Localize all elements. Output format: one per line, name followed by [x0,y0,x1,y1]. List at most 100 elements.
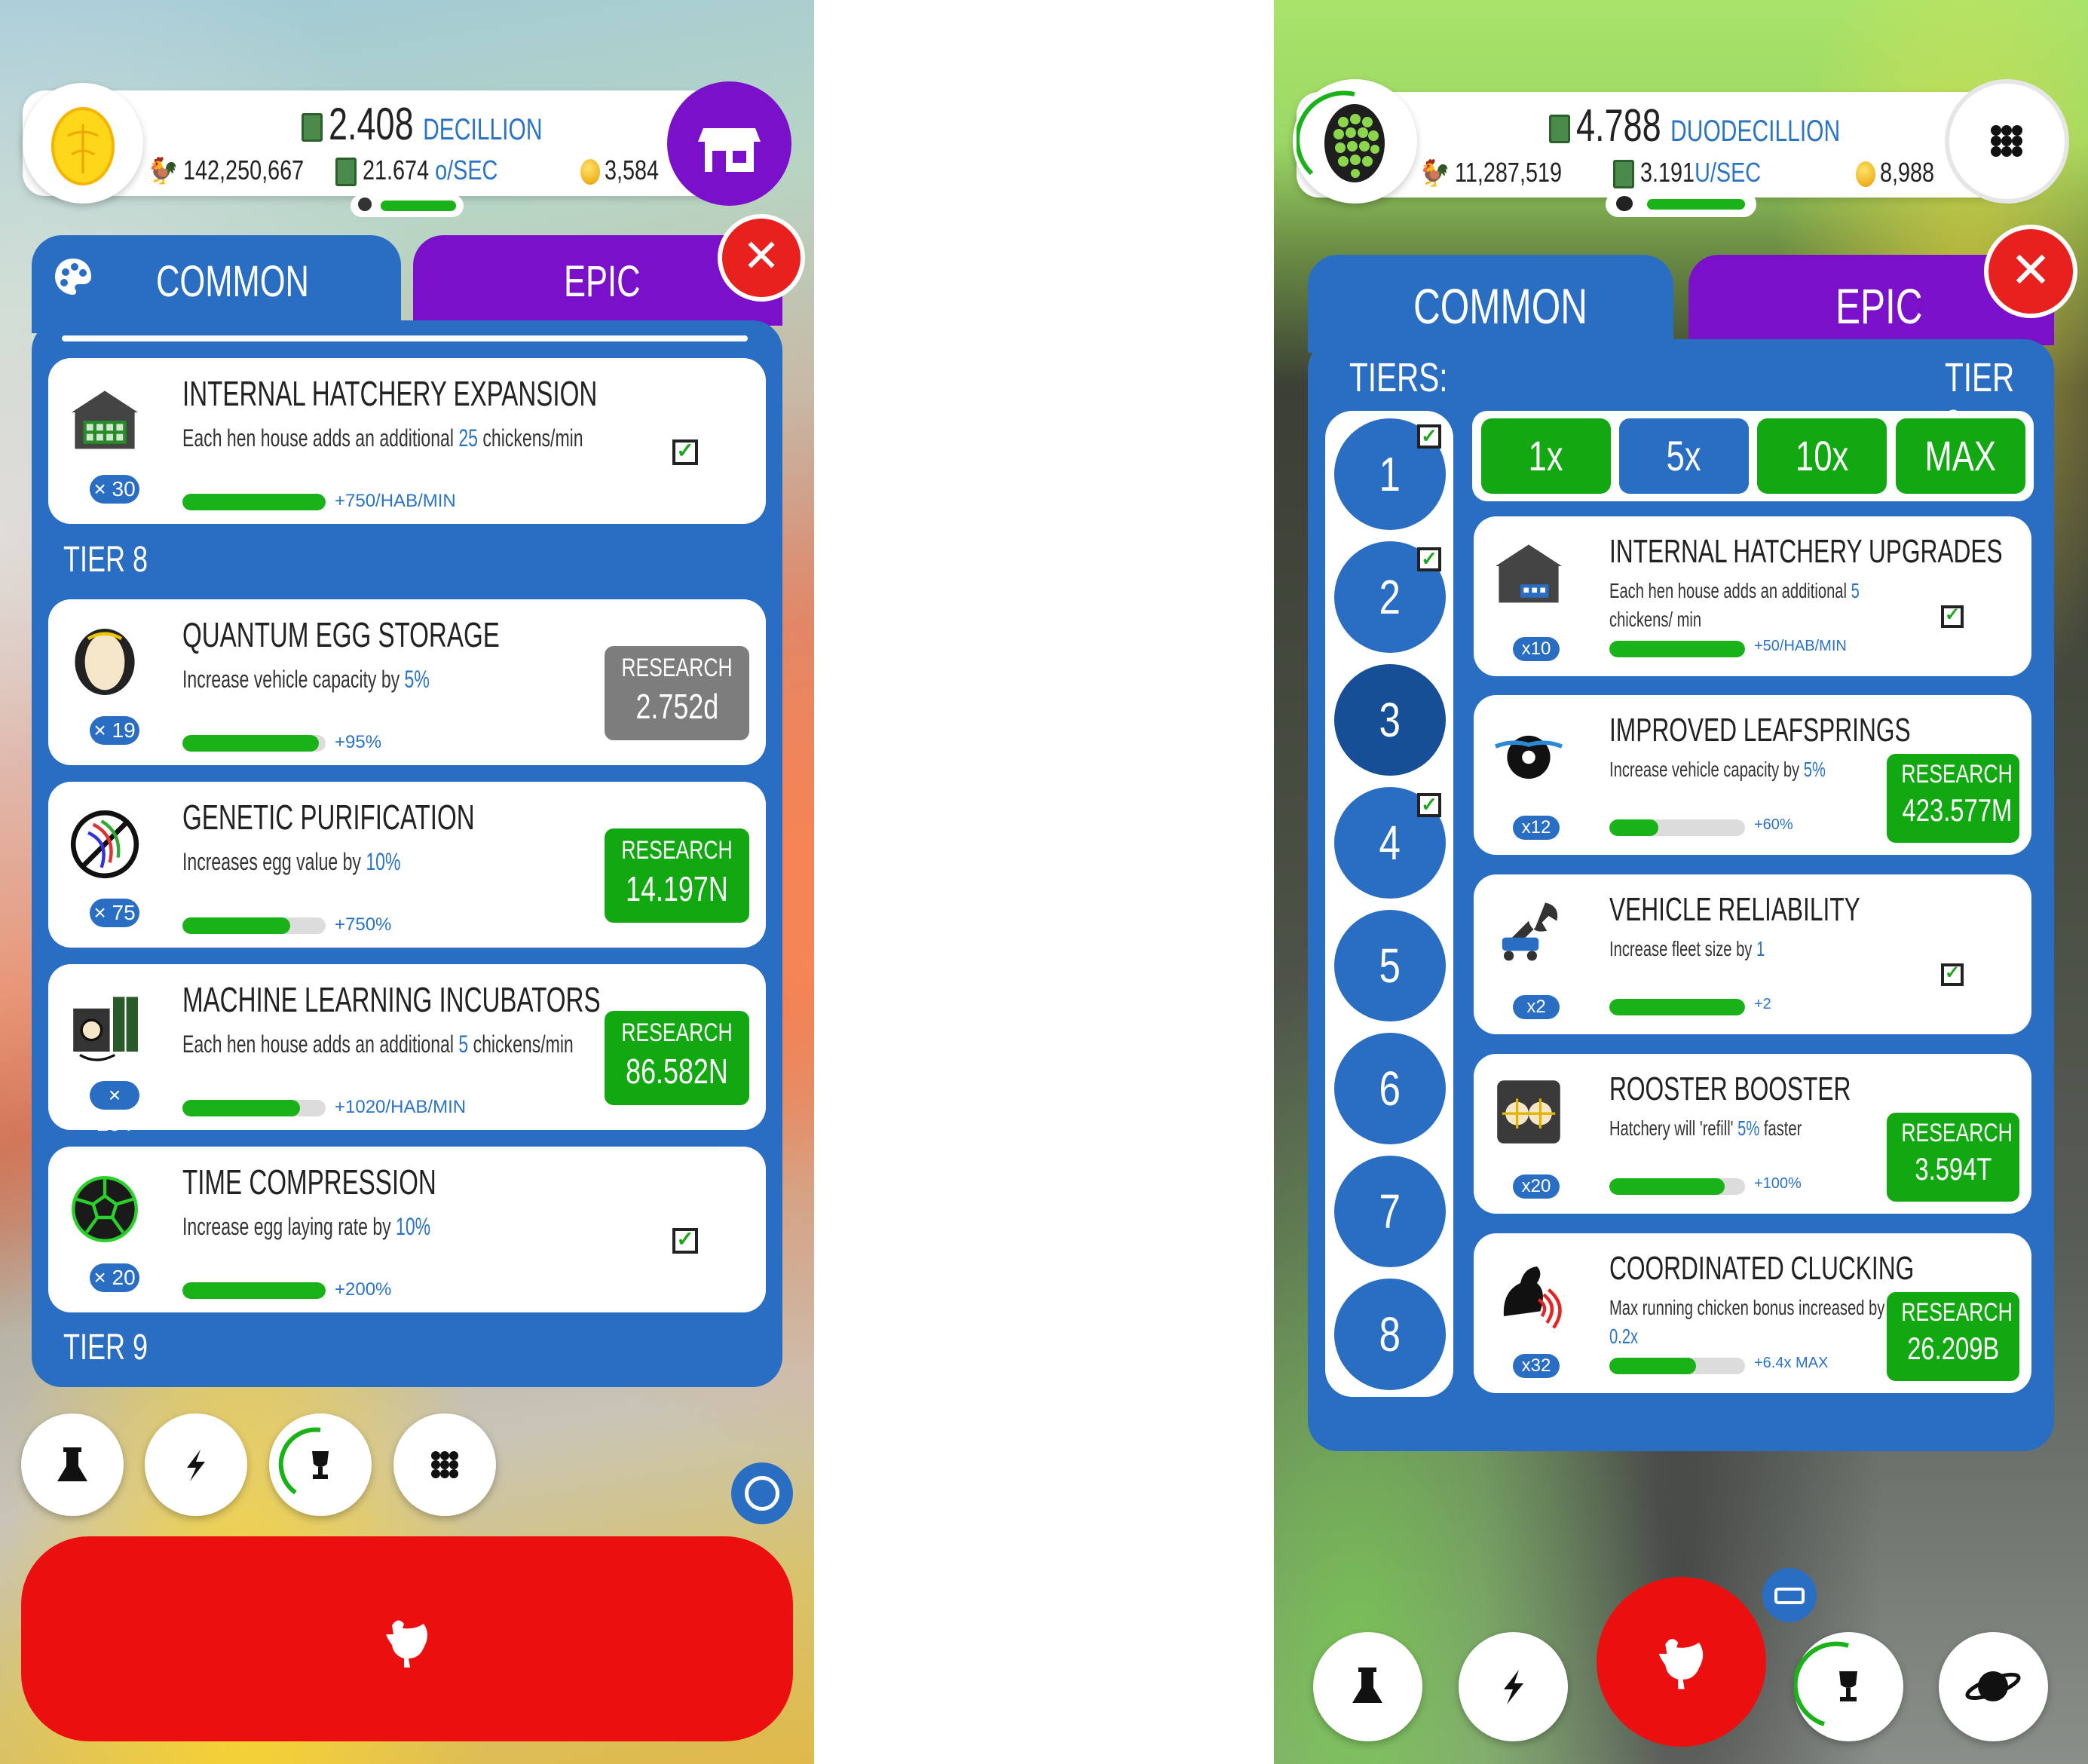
golden-egg-coin-icon [580,159,600,185]
left-hatch-chicken-button[interactable] [21,1536,793,1741]
left-nav-boost-button[interactable] [145,1413,247,1516]
money-unit: DECILLION [423,113,543,146]
tab-epic-label: EPIC [1835,278,1923,334]
right-hatch-chicken-button[interactable] [1597,1577,1766,1747]
multiplier-button-1x[interactable]: 1x [1481,418,1611,494]
tier-button-6[interactable]: 6 [1334,1033,1446,1144]
research-card: x10 INTERNAL HATCHERY UPGRADES Each hen ho… [1474,516,2031,676]
shop-button[interactable] [667,81,791,206]
research-progress-bar [182,735,326,752]
research-title: GENETIC PURIFICATION [182,798,475,837]
research-level-badge: × 30 [90,475,139,504]
chicken-icon: 🐓 [147,157,179,185]
right-egg-button[interactable] [1293,79,1417,204]
research-button-label: RESEARCH [1901,760,2013,789]
research-button-label: RESEARCH [621,1018,733,1047]
research-title: INTERNAL HATCHERY UPGRADES [1609,533,2003,570]
research-progress-bar [1609,1358,1745,1374]
chicken-icon: 🐓 [1419,159,1451,188]
hen-house-small-icon [1487,533,1570,616]
multiplier-button-max[interactable]: MAX [1896,418,2025,494]
right-earn-rate: 3.191U/SEC [1613,157,1791,189]
research-bonus: +6.4x MAX [1754,1355,1829,1371]
right-nav-research-button[interactable] [1313,1632,1422,1741]
research-button-label: RESEARCH [621,654,733,682]
tab-epic-label: EPIC [564,257,641,306]
research-card: × 75 GENETIC PURIFICATION Increases egg va… [48,782,766,948]
right-nav-ships-button[interactable] [1939,1632,2048,1741]
planet-icon [1965,1671,2021,1701]
research-title: IMPROVED LEAFSPRINGS [1609,712,1911,749]
research-title: COORDINATED CLUCKING [1609,1250,1915,1287]
research-level-badge: × 75 [90,899,139,927]
multiplier-button-10x[interactable]: 10x [1757,418,1887,494]
right-nav-boost-button[interactable] [1459,1632,1568,1741]
research-bonus: +1020/HAB/MIN [335,1097,467,1117]
research-description: Increase egg laying rate by 10% [182,1213,431,1240]
hen-house-icon [63,379,146,462]
research-progress-bar [1609,1178,1745,1195]
left-egg-button[interactable] [23,83,143,204]
cash-icon [1549,115,1570,144]
research-description: Each hen house adds an additional 5 chic… [1609,579,1860,631]
tier-complete-checkbox-icon: ✓ [1417,424,1441,449]
grid-menu-icon [1991,125,2022,157]
tier-button-8[interactable]: 8 [1334,1279,1446,1390]
research-description: Each hen house adds an additional 25 chi… [182,424,583,452]
lightning-icon [1504,1670,1523,1704]
research-button[interactable]: RESEARCH 2.752d [605,646,749,740]
dna-icon [63,803,146,886]
left-nav-research-button[interactable] [21,1413,124,1516]
hexagon-egg-icon [1295,90,1385,182]
research-bonus: +60% [1754,816,1793,833]
tier-button-5[interactable]: 5 [1334,910,1446,1021]
research-button[interactable]: RESEARCH 14.197N [605,828,749,923]
research-button[interactable]: RESEARCH 26.209B [1887,1292,2019,1381]
left-tab-common[interactable]: COMMON [32,235,401,333]
research-button[interactable]: RESEARCH 423.577M [1887,754,2019,843]
tab-common-label: COMMON [156,257,309,306]
right-chicken-count: 🐓 11,287,519 [1419,157,1563,188]
research-button[interactable]: RESEARCH 86.582N [605,1011,749,1105]
research-progress-bar [182,1282,326,1299]
research-button-label: RESEARCH [621,836,733,865]
research-cost: 423.577M [1902,792,2013,828]
left-hatch-progress [351,194,464,217]
left-camera-toggle[interactable] [731,1462,793,1524]
left-money-display: 2.408 DECILLION [302,98,614,150]
tier-8-label: TIER 8 [63,540,148,580]
research-button-label: RESEARCH [1901,1298,2013,1327]
research-cost: 86.582N [626,1052,728,1091]
research-card: x2 VEHICLE RELIABILITY Increase fleet size… [1474,874,2031,1034]
research-title: INTERNAL HATCHERY EXPANSION [182,374,598,413]
trophy-icon [1793,1641,1857,1726]
right-nav-trophy-button[interactable] [1793,1632,1903,1741]
research-card: × 30 INTERNAL HATCHERY EXPANSION Each hen … [48,358,766,524]
research-progress-bar [182,917,326,934]
left-nav-trophy-button[interactable] [269,1413,372,1516]
research-button[interactable]: RESEARCH 3.594T [1887,1113,2019,1202]
right-view-toggle[interactable] [1762,1568,1817,1622]
wrench-icon [1487,891,1570,974]
tier-button-7[interactable]: 7 [1334,1156,1446,1267]
right-menu-button[interactable] [1945,79,2069,204]
right-tab-common[interactable]: COMMON [1308,255,1673,353]
left-golden-eggs: 3,584 [580,155,672,186]
golden-egg-icon [51,107,115,185]
completed-checkbox-icon: ✓ [672,1228,698,1254]
cash-icon [1613,160,1634,189]
right-close-button[interactable]: ✕ [1984,225,2077,318]
tab-common-label: COMMON [1413,278,1587,334]
research-level-badge: x12 [1513,816,1560,840]
tier-button-3[interactable]: 3 [1334,664,1446,776]
multiplier-button-5x[interactable]: 5x [1619,418,1749,494]
left-nav-menu-button[interactable] [393,1413,496,1516]
research-title: QUANTUM EGG STORAGE [182,615,500,654]
research-bonus: +200% [335,1279,392,1300]
research-cost: 26.209B [1906,1331,2000,1366]
research-cost: 2.752d [635,687,718,726]
left-close-button[interactable]: ✕ [718,214,805,302]
shop-icon [698,128,761,172]
golden-egg-coin-icon [1856,161,1875,188]
research-level-badge: x2 [1513,995,1560,1019]
